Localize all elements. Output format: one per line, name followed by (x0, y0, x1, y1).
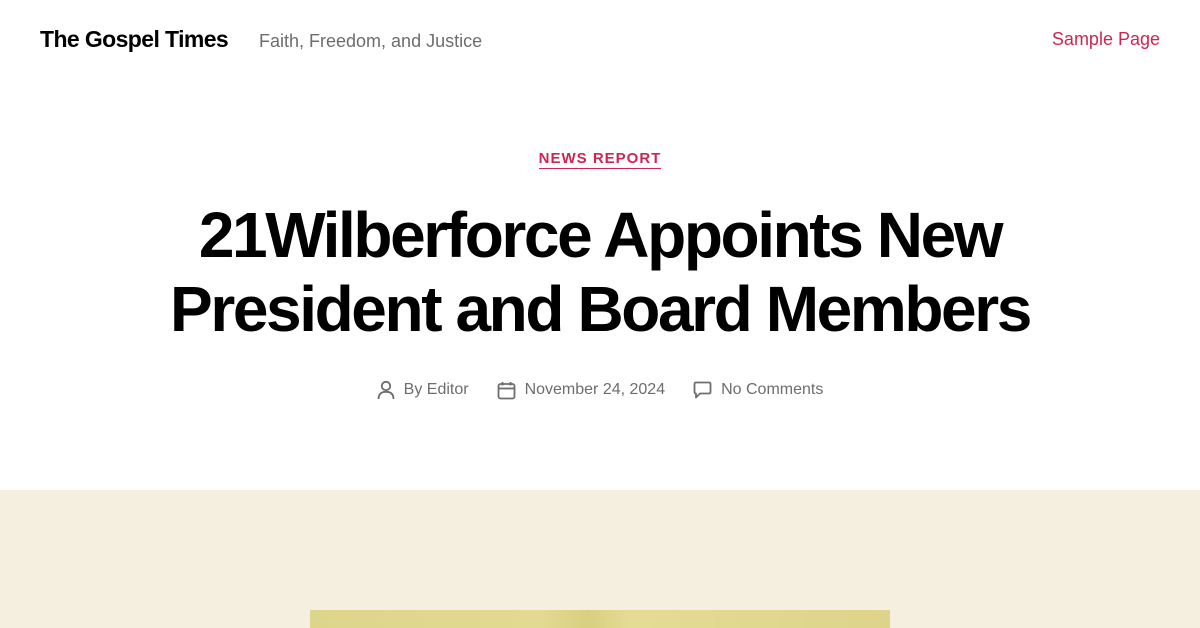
site-description: Faith, Freedom, and Justice (259, 31, 483, 51)
site-header: The Gospel Times Faith, Freedom, and Jus… (0, 0, 1200, 90)
featured-image (310, 610, 890, 628)
author-prefix: By (403, 381, 423, 398)
user-icon (377, 380, 395, 400)
nav-link-sample-page[interactable]: Sample Page (1052, 29, 1160, 50)
category-link[interactable]: NEWS REPORT (538, 150, 662, 169)
comment-icon (693, 381, 712, 399)
author-link[interactable]: Editor (427, 381, 469, 399)
entry-title: 21Wilberforce Appoints New President and… (170, 199, 1032, 345)
post-comments: No Comments (693, 381, 823, 399)
site-title-link[interactable]: The Gospel Times (40, 26, 229, 53)
featured-media-band (0, 490, 1200, 628)
date-link[interactable]: November 24, 2024 (525, 381, 666, 399)
comments-link[interactable]: No Comments (721, 381, 823, 399)
calendar-icon (497, 381, 515, 399)
post-meta: By Editor November 24, 2024 No Comments (0, 380, 1200, 400)
entry-header: NEWS REPORT 21Wilberforce Appoints New P… (0, 150, 1200, 400)
post-date: November 24, 2024 (497, 381, 666, 400)
post-author: By Editor (377, 380, 469, 400)
